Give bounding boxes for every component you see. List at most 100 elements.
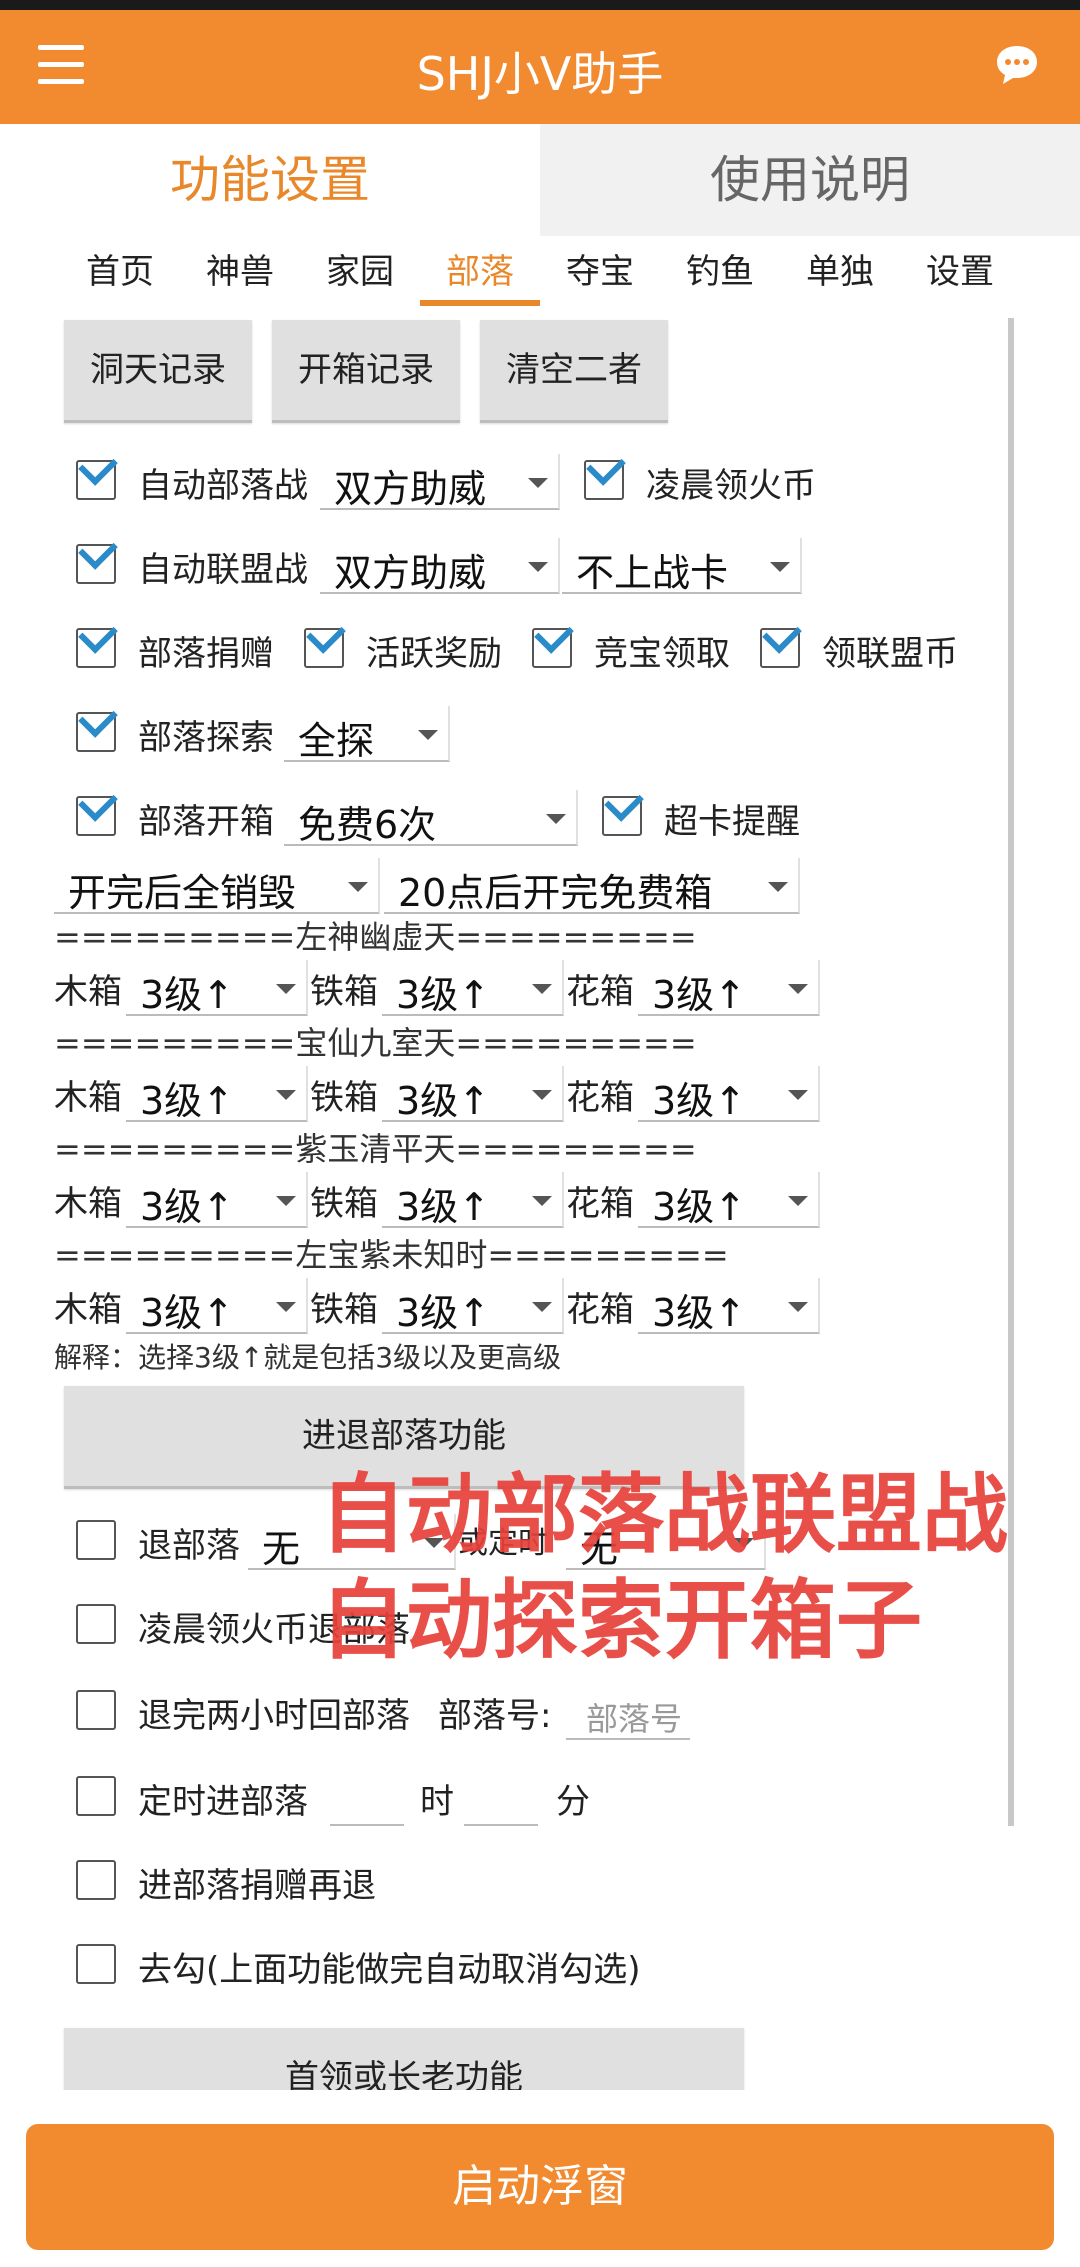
scrollbar[interactable] — [1008, 318, 1014, 1826]
flower-box-label: 花箱 — [566, 972, 634, 1012]
battle-card-select[interactable]: 不上战卡 — [562, 538, 802, 595]
leader-function-header[interactable]: 首领或长老功能 — [64, 2028, 744, 2090]
tribe-explore-select[interactable]: 全探 — [284, 706, 450, 763]
iron-box-label: 铁箱 — [310, 972, 378, 1012]
wood-box-label: 木箱 — [54, 1184, 122, 1224]
tab-instructions[interactable]: 使用说明 — [540, 124, 1080, 236]
minute-label: 分 — [556, 1782, 590, 1822]
minute-input[interactable] — [464, 1774, 538, 1826]
flower-box-select[interactable]: 3级↑ — [638, 960, 820, 1017]
iron-box-label: 铁箱 — [310, 1078, 378, 1118]
chat-icon[interactable] — [992, 40, 1042, 90]
tribe-box-checkbox[interactable] — [76, 782, 118, 836]
app-bar: SHJ小V助手 — [0, 10, 1080, 124]
main-tabs: 功能设置 使用说明 — [0, 124, 1080, 236]
timed-enter-label: 定时进部落 — [138, 1782, 308, 1822]
iron-box-select[interactable]: 3级↑ — [382, 960, 564, 1017]
flower-box-label: 花箱 — [566, 1078, 634, 1118]
return-two-hours-label: 退完两小时回部落 — [138, 1696, 410, 1736]
quit-tribe-label: 退部落 — [138, 1526, 240, 1566]
uncheck-row: 去勾(上面功能做完自动取消勾选) — [0, 1930, 1000, 2000]
status-bar — [0, 0, 1080, 10]
iron-box-select[interactable]: 3级↑ — [382, 1278, 564, 1335]
dropdown-arrow-icon — [546, 814, 566, 824]
start-floating-window-button[interactable]: 启动浮窗 — [26, 2124, 1054, 2250]
tab-function-settings[interactable]: 功能设置 — [0, 124, 540, 236]
dropdown-arrow-icon — [528, 562, 548, 572]
timed-enter-checkbox[interactable] — [76, 1776, 116, 1816]
hour-label: 时 — [420, 1782, 454, 1822]
check-icon — [78, 698, 118, 738]
check-icon — [762, 614, 802, 654]
clear-both-button[interactable]: 清空二者 — [480, 320, 668, 423]
super-card-checkbox[interactable] — [602, 782, 644, 836]
check-icon — [306, 614, 346, 654]
wood-box-label: 木箱 — [54, 1290, 122, 1330]
flower-box-select[interactable]: 3级↑ — [638, 1066, 820, 1123]
active-reward-label: 活跃奖励 — [366, 634, 502, 674]
uncheck-checkbox[interactable] — [76, 1944, 116, 1984]
box-record-button[interactable]: 开箱记录 — [272, 320, 460, 423]
check-icon — [78, 530, 118, 570]
subtab-home[interactable]: 首页 — [60, 244, 180, 300]
morning-coin-checkbox[interactable] — [584, 446, 626, 500]
dropdown-arrow-icon — [348, 882, 368, 892]
morning-quit-checkbox[interactable] — [76, 1604, 116, 1644]
auto-alliance-war-select[interactable]: 双方助威 — [320, 538, 560, 595]
box-level-row: 木箱 3级↑ 铁箱 3级↑ 花箱 3级↑ — [0, 952, 1000, 1022]
auto-tribe-war-row: 自动部落战 双方助威 凌晨领火币 — [0, 446, 1000, 516]
sub-tabs: 首页 神兽 家园 部落 夺宝 钓鱼 单独 设置 — [60, 244, 1020, 306]
return-two-hours-checkbox[interactable] — [76, 1690, 116, 1730]
flower-box-select[interactable]: 3级↑ — [638, 1278, 820, 1335]
wood-box-select[interactable]: 3级↑ — [126, 1278, 308, 1335]
rewards-row: 部落捐赠 活跃奖励 竞宝领取 领联盟币 — [0, 614, 1000, 684]
dropdown-arrow-icon — [788, 984, 808, 994]
wood-box-select[interactable]: 3级↑ — [126, 1172, 308, 1229]
subtab-fishing[interactable]: 钓鱼 — [660, 244, 780, 300]
subtab-beast[interactable]: 神兽 — [180, 244, 300, 300]
wood-box-select[interactable]: 3级↑ — [126, 960, 308, 1017]
bid-collect-checkbox[interactable] — [532, 614, 574, 668]
cave-record-button[interactable]: 洞天记录 — [64, 320, 252, 423]
flower-box-select[interactable]: 3级↑ — [638, 1172, 820, 1229]
dropdown-arrow-icon — [768, 882, 788, 892]
tribe-donate-checkbox[interactable] — [76, 614, 118, 668]
subtab-single[interactable]: 单独 — [780, 244, 900, 300]
after-open-select[interactable]: 开完后全销毁 — [54, 858, 380, 915]
enter-donate-checkbox[interactable] — [76, 1860, 116, 1900]
subtab-home-garden[interactable]: 家园 — [300, 244, 420, 300]
iron-box-label: 铁箱 — [310, 1290, 378, 1330]
wood-box-select[interactable]: 3级↑ — [126, 1066, 308, 1123]
iron-box-select[interactable]: 3级↑ — [382, 1066, 564, 1123]
auto-tribe-war-checkbox[interactable] — [76, 446, 118, 500]
tribe-id-input[interactable]: 部落号 — [566, 1688, 690, 1740]
subtab-settings[interactable]: 设置 — [900, 244, 1020, 300]
level-explanation: 解释：选择3级↑就是包括3级以及更高级 — [54, 1341, 562, 1374]
tribe-explore-row: 部落探索 全探 — [0, 698, 1000, 768]
after-20-select[interactable]: 20点后开完免费箱 — [384, 858, 800, 915]
dropdown-arrow-icon — [528, 478, 548, 488]
box-level-row: 木箱 3级↑ 铁箱 3级↑ 花箱 3级↑ — [0, 1270, 1000, 1340]
quit-tribe-checkbox[interactable] — [76, 1520, 116, 1560]
dropdown-arrow-icon — [532, 1196, 552, 1206]
uncheck-label: 去勾(上面功能做完自动取消勾选) — [138, 1950, 641, 1990]
tribe-box-select[interactable]: 免费6次 — [284, 790, 578, 847]
content-scroll[interactable]: 洞天记录 开箱记录 清空二者 自动部落战 双方助威 凌晨领火币 自动联盟战 双方… — [0, 318, 1080, 2090]
subtab-tribe[interactable]: 部落 — [420, 244, 540, 300]
auto-alliance-war-checkbox[interactable] — [76, 530, 118, 584]
alliance-coin-checkbox[interactable] — [760, 614, 802, 668]
wood-box-label: 木箱 — [54, 1078, 122, 1118]
super-card-label: 超卡提醒 — [664, 802, 800, 842]
hour-input[interactable] — [330, 1774, 404, 1826]
flower-box-label: 花箱 — [566, 1184, 634, 1224]
dropdown-arrow-icon — [532, 1302, 552, 1312]
tribe-explore-checkbox[interactable] — [76, 698, 118, 752]
auto-tribe-war-select[interactable]: 双方助威 — [320, 454, 560, 511]
active-reward-checkbox[interactable] — [304, 614, 346, 668]
bid-collect-label: 竞宝领取 — [594, 634, 730, 674]
auto-alliance-war-row: 自动联盟战 双方助威 不上战卡 — [0, 530, 1000, 600]
iron-box-label: 铁箱 — [310, 1184, 378, 1224]
subtab-treasure[interactable]: 夺宝 — [540, 244, 660, 300]
iron-box-select[interactable]: 3级↑ — [382, 1172, 564, 1229]
check-icon — [604, 782, 644, 822]
